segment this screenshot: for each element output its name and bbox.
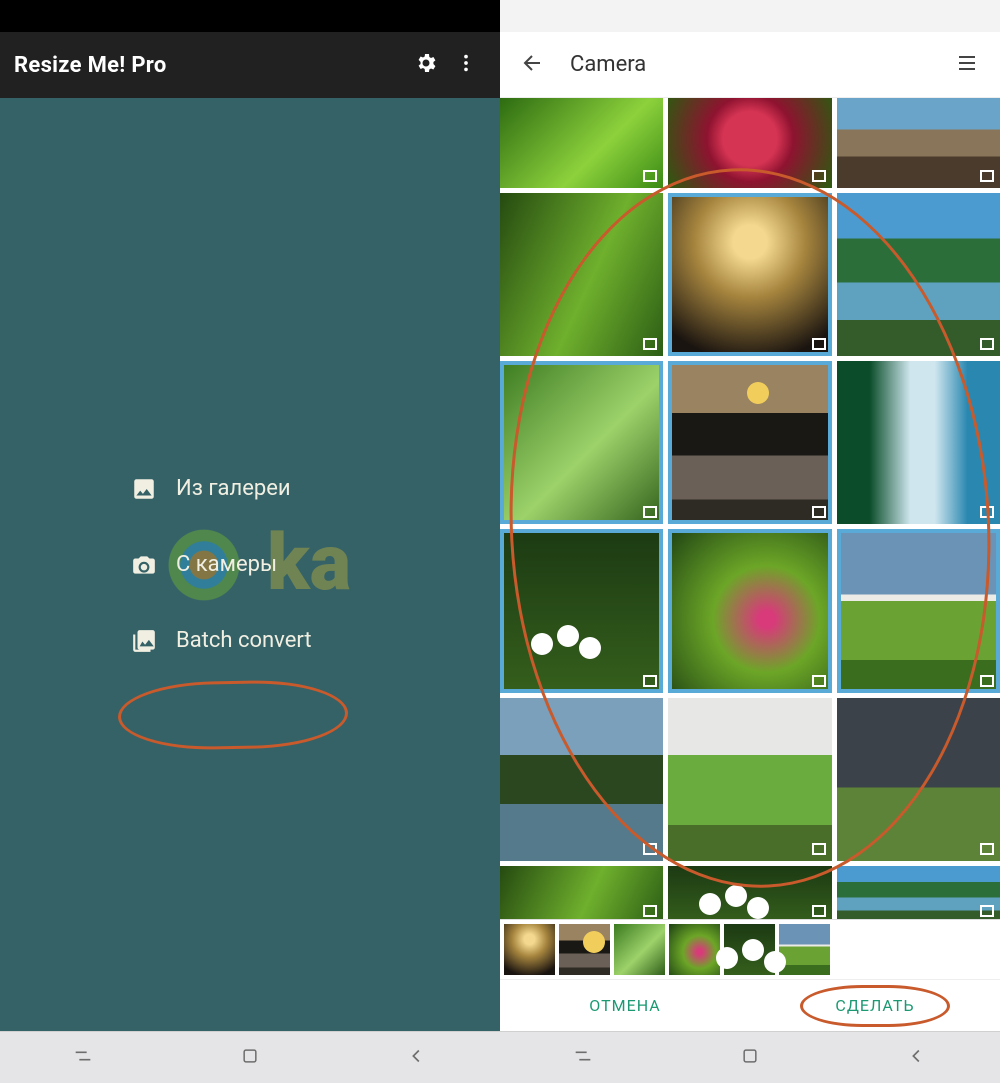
nav-back-button[interactable]: [833, 1032, 1000, 1083]
image-type-icon: [643, 843, 657, 855]
gallery-title: Camera: [570, 52, 930, 77]
photo-thumbnail[interactable]: [837, 866, 1000, 919]
photo-thumbnail[interactable]: [837, 98, 1000, 188]
photo-thumbnail[interactable]: [837, 529, 1000, 692]
image-type-icon: [980, 338, 994, 350]
cancel-button[interactable]: ОТМЕНА: [500, 980, 750, 1031]
photo-thumbnail[interactable]: [500, 193, 663, 356]
back-icon: [406, 1045, 428, 1071]
image-type-icon: [812, 506, 826, 518]
gallery-body: ОТМЕНА СДЕЛАТЬ: [500, 98, 1000, 1031]
gallery-stack-icon: [130, 627, 158, 655]
home-icon: [240, 1046, 260, 1070]
image-type-icon: [980, 675, 994, 687]
image-type-icon: [643, 506, 657, 518]
image-type-icon: [643, 905, 657, 917]
image-type-icon: [643, 338, 657, 350]
menu-button[interactable]: [948, 46, 986, 84]
photo-grid: [500, 98, 1000, 919]
status-bar: [500, 0, 1000, 32]
back-icon: [906, 1045, 928, 1071]
arrow-left-icon: [521, 51, 545, 79]
selected-thumbnail[interactable]: [669, 924, 720, 975]
recents-icon: [72, 1045, 94, 1071]
menu-label: Из галереи: [176, 476, 291, 501]
settings-button[interactable]: [406, 45, 446, 85]
app-title: Resize Me! Pro: [14, 53, 406, 78]
image-icon: [130, 475, 158, 503]
image-type-icon: [980, 843, 994, 855]
photo-thumbnail[interactable]: [500, 361, 663, 524]
selected-thumbnail[interactable]: [724, 924, 775, 975]
camera-icon: [130, 551, 158, 579]
image-type-icon: [980, 170, 994, 182]
image-type-icon: [812, 170, 826, 182]
photo-thumbnail[interactable]: [668, 361, 831, 524]
overflow-button[interactable]: [446, 45, 486, 85]
selection-strip: [500, 919, 1000, 979]
selected-thumbnail[interactable]: [614, 924, 665, 975]
photo-thumbnail[interactable]: [668, 193, 831, 356]
image-type-icon: [812, 905, 826, 917]
button-label: ОТМЕНА: [589, 996, 660, 1015]
photo-thumbnail[interactable]: [500, 98, 663, 188]
image-type-icon: [980, 506, 994, 518]
navigation-bar: [500, 1031, 1000, 1083]
tutorial-highlight: [117, 679, 348, 751]
recents-icon: [572, 1045, 594, 1071]
selected-thumbnail[interactable]: [779, 924, 830, 975]
nav-recents-button[interactable]: [500, 1032, 667, 1083]
photo-thumbnail[interactable]: [500, 698, 663, 861]
app-bar: Resize Me! Pro: [0, 32, 500, 98]
menu-from-gallery[interactable]: Из галереи: [130, 475, 291, 503]
image-type-icon: [643, 170, 657, 182]
selected-thumbnail[interactable]: [559, 924, 610, 975]
gallery-app-bar: Camera: [500, 32, 1000, 98]
back-button[interactable]: [514, 46, 552, 84]
selected-thumbnail[interactable]: [504, 924, 555, 975]
image-type-icon: [980, 905, 994, 917]
navigation-bar: [0, 1031, 500, 1083]
nav-home-button[interactable]: [167, 1032, 334, 1083]
nav-back-button[interactable]: [333, 1032, 500, 1083]
photo-thumbnail[interactable]: [668, 866, 831, 919]
image-type-icon: [643, 675, 657, 687]
done-button[interactable]: СДЕЛАТЬ: [750, 980, 1000, 1031]
image-type-icon: [812, 338, 826, 350]
main-body: ka Из галереи С камеры Batch convert: [0, 98, 500, 1031]
photo-thumbnail[interactable]: [837, 193, 1000, 356]
menu-batch-convert[interactable]: Batch convert: [130, 627, 312, 655]
photo-thumbnail[interactable]: [668, 698, 831, 861]
nav-home-button[interactable]: [667, 1032, 834, 1083]
menu-from-camera[interactable]: С камеры: [130, 551, 277, 579]
button-label: СДЕЛАТЬ: [835, 996, 914, 1015]
gear-icon: [414, 51, 438, 79]
nav-recents-button[interactable]: [0, 1032, 167, 1083]
photo-thumbnail[interactable]: [837, 698, 1000, 861]
hamburger-icon: [955, 51, 979, 79]
more-vert-icon: [455, 52, 477, 78]
photo-thumbnail[interactable]: [837, 361, 1000, 524]
action-button-row: ОТМЕНА СДЕЛАТЬ: [500, 979, 1000, 1031]
menu-label: Batch convert: [176, 628, 312, 653]
image-type-icon: [812, 675, 826, 687]
photo-thumbnail[interactable]: [500, 866, 663, 919]
image-type-icon: [812, 843, 826, 855]
photo-thumbnail[interactable]: [500, 529, 663, 692]
home-icon: [740, 1046, 760, 1070]
menu-label: С камеры: [176, 552, 277, 577]
status-bar: [0, 0, 500, 32]
photo-thumbnail[interactable]: [668, 529, 831, 692]
photo-thumbnail[interactable]: [668, 98, 831, 188]
